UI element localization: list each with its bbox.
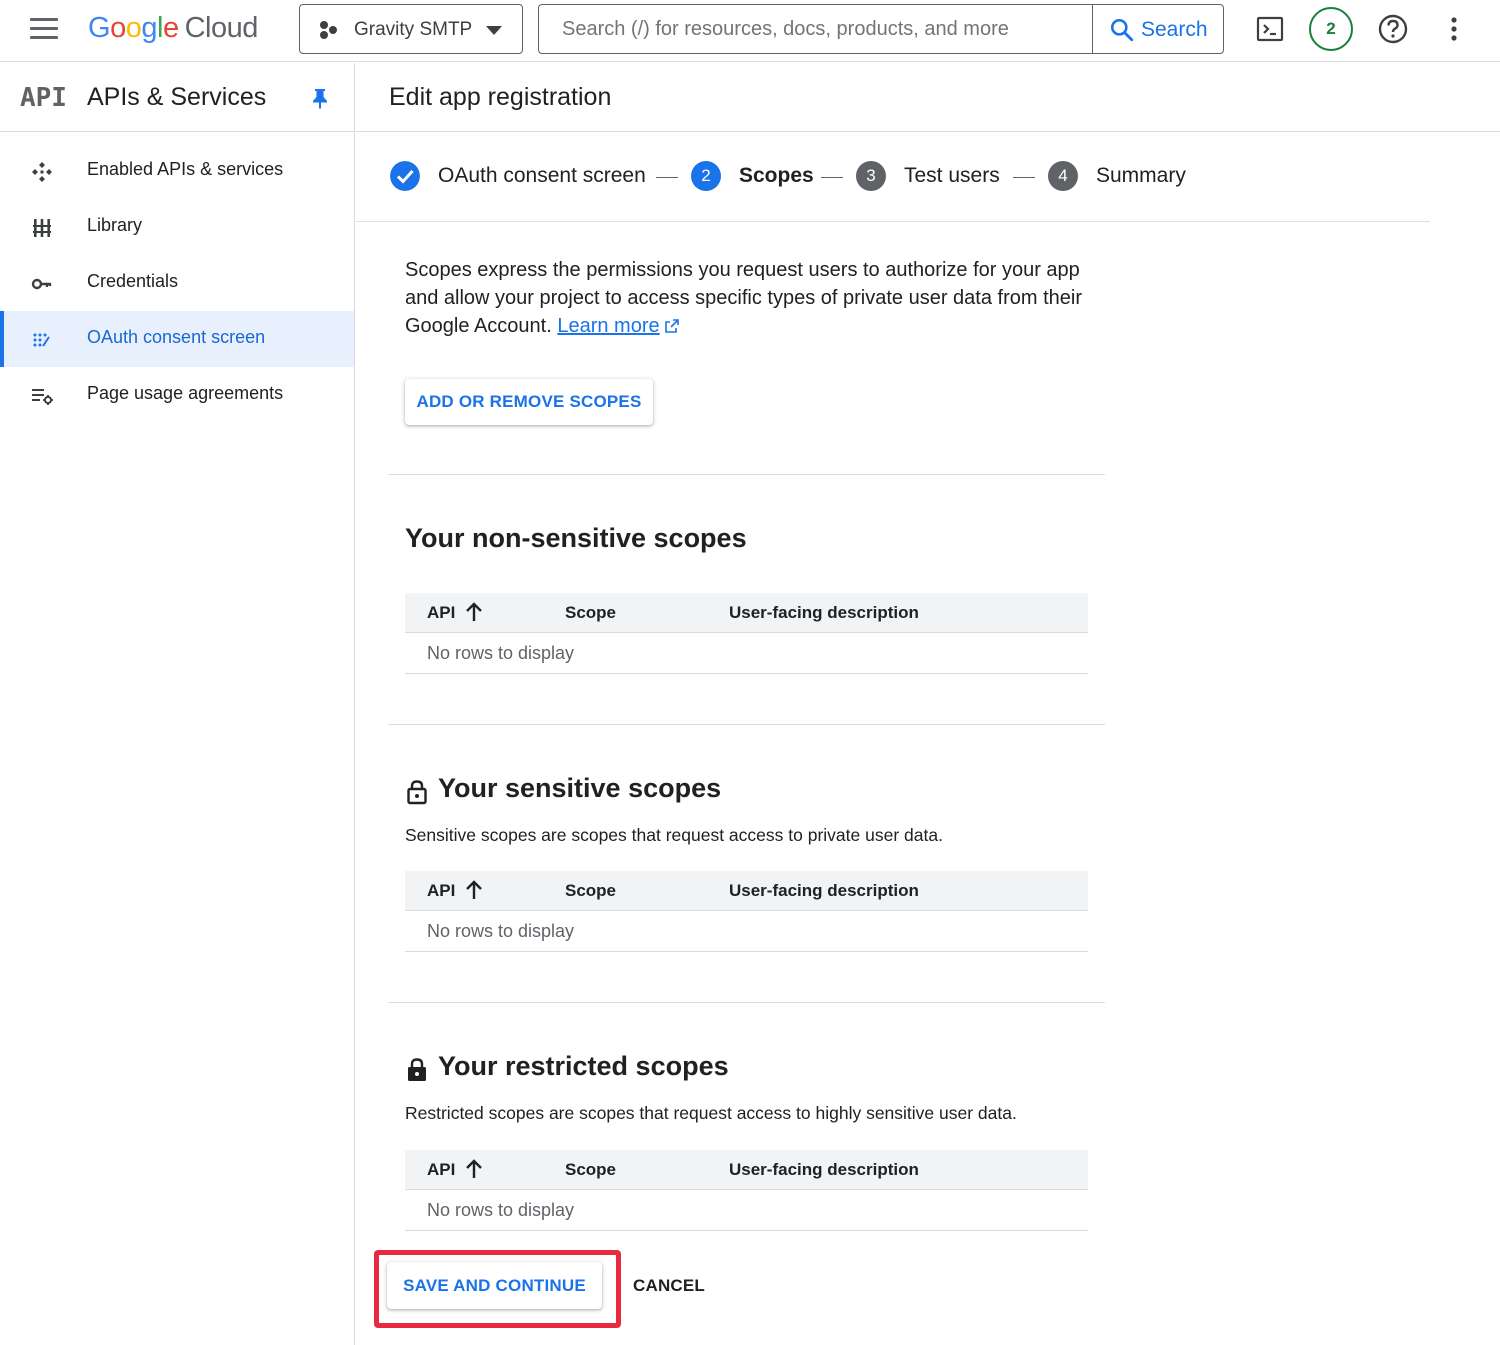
menu-icon[interactable] [30,18,58,42]
top-bar: GoogleCloud Gravity SMTP Search 2 [0,0,1500,62]
project-icon [320,21,340,39]
section-title-restricted: Your restricted scopes [438,1051,729,1081]
agreements-icon [32,389,53,405]
section-title-non-sensitive: Your non-sensitive scopes [405,523,747,553]
page-header: Edit app registration [356,63,1500,132]
step-label: Summary [1096,164,1186,187]
arrow-up-icon[interactable] [465,1158,483,1180]
lock-icon [408,1058,426,1081]
section-desc-restricted: Restricted scopes are scopes that reques… [405,1103,1017,1123]
divider [388,724,1105,725]
restricted-scopes-table: API Scope User-facing description No row… [405,1150,1088,1231]
add-remove-scopes-button[interactable]: ADD OR REMOVE SCOPES [405,379,653,425]
learn-more-link[interactable]: Learn more [557,315,659,337]
search-button[interactable]: Search [1092,5,1224,53]
column-header-description: User-facing description [729,881,919,900]
table-header: API Scope User-facing description [405,871,1088,911]
divider [388,1002,1105,1003]
step-connector [656,177,678,178]
sidebar: API APIs & Services Enabled APIs & servi… [0,63,355,1345]
empty-row: No rows to display [405,1190,1088,1231]
section-desc-sensitive: Sensitive scopes are scopes that request… [405,825,943,845]
non-sensitive-scopes-table: API Scope User-facing description No row… [405,593,1088,674]
intro-paragraph: Scopes express the permissions you reque… [405,259,1082,337]
sidebar-item-credentials[interactable]: Credentials [0,255,354,311]
google-cloud-logo[interactable]: Google Cloud [88,12,258,45]
enabled-apis-icon [32,162,52,182]
sidebar-item-oauth-consent[interactable]: OAuth consent screen [0,311,354,367]
table-header: API Scope User-facing description [405,593,1088,633]
notifications-badge[interactable]: 2 [1309,7,1353,51]
step-number: 3 [856,161,886,191]
search-input[interactable] [540,6,1090,52]
sidebar-item-library[interactable]: Library [0,199,354,255]
main-content: Edit app registration OAuth consent scre… [356,63,1500,1345]
sidebar-item-enabled-apis[interactable]: Enabled APIs & services [0,143,354,199]
step-label: Scopes [739,164,814,187]
page-title: Edit app registration [389,83,612,111]
arrow-up-icon[interactable] [465,601,483,623]
divider [388,474,1105,475]
step-number: 4 [1048,161,1078,191]
step-connector [821,177,843,178]
step-label: OAuth consent screen [438,164,646,187]
cloud-shell-icon[interactable] [1256,15,1284,43]
column-header-scope: Scope [565,1160,617,1179]
column-header-scope: Scope [565,881,617,900]
sidebar-item-label: Enabled APIs & services [87,159,284,179]
sidebar-title: APIs & Services [87,83,267,111]
save-and-continue-button[interactable]: SAVE AND CONTINUE [387,1262,602,1309]
sidebar-item-label: Page usage agreements [87,383,284,403]
sidebar-item-label: Credentials [87,271,179,291]
help-icon[interactable] [1377,13,1409,45]
sidebar-item-page-usage[interactable]: Page usage agreements [0,367,354,423]
api-logo: API [20,83,67,113]
section-title-sensitive: Your sensitive scopes [438,773,722,803]
oauth-icon [33,333,50,347]
sidebar-item-label: Library [87,215,143,235]
sidebar-item-label: OAuth consent screen [87,327,266,347]
column-header-description: User-facing description [729,603,919,622]
column-header-api[interactable]: API [427,881,455,901]
more-vert-icon[interactable] [1444,15,1464,43]
step-label: Test users [904,164,1000,187]
step-number: 2 [691,161,721,191]
stepper: OAuth consent screen 2 Scopes 3 Test use… [356,133,1430,222]
column-header-scope: Scope [565,603,617,622]
project-selector[interactable]: Gravity SMTP [299,4,523,54]
search-icon [1110,18,1134,42]
external-link-icon[interactable] [664,318,680,334]
sensitive-scopes-table: API Scope User-facing description No row… [405,871,1088,952]
column-header-description: User-facing description [729,1160,919,1179]
step-connector [1013,177,1035,178]
lock-open-outline-icon [407,780,427,805]
project-name: Gravity SMTP [354,19,473,40]
empty-row: No rows to display [405,633,1088,674]
check-circle-icon [390,161,420,191]
key-icon [31,278,52,290]
table-header: API Scope User-facing description [405,1150,1088,1190]
search-bar: Search [538,4,1224,54]
library-icon [33,219,51,237]
caret-down-icon [486,26,502,35]
arrow-up-icon[interactable] [465,879,483,901]
column-header-api[interactable]: API [427,603,455,623]
cancel-button[interactable]: CANCEL [622,1264,716,1308]
sidebar-header: API APIs & Services [0,63,354,132]
pin-icon[interactable] [311,87,329,109]
empty-row: No rows to display [405,911,1088,952]
column-header-api[interactable]: API [427,1160,455,1180]
